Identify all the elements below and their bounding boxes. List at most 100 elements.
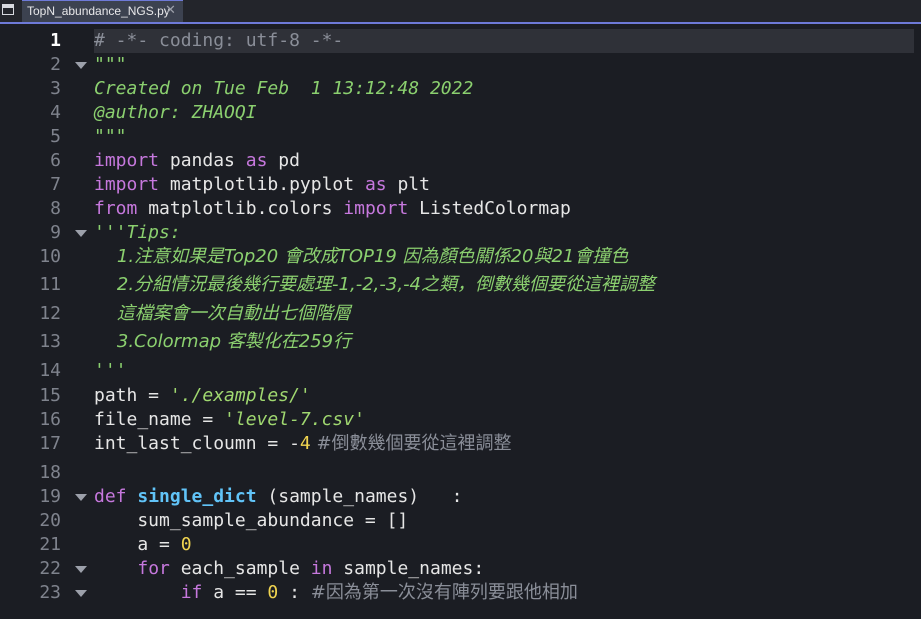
line-number: 2 (50, 54, 61, 75)
fold-toggle-icon[interactable] (75, 230, 87, 237)
code-line[interactable]: 17 int_last_cloumn = -4 #倒數幾個要從這裡調整 (0, 432, 921, 456)
line-number: 19 (39, 486, 61, 507)
code-text: path = './examples/' (94, 384, 914, 408)
code-line[interactable]: 3 Created on Tue Feb 1 13:12:48 2022 (0, 77, 921, 101)
tab-file[interactable]: TopN_abundance_NGS.py ✕ (22, 0, 183, 22)
code-token: in (310, 558, 333, 579)
code-line[interactable]: 15 path = './examples/' (0, 384, 921, 408)
code-text: from matplotlib.colors import ListedColo… (94, 197, 914, 221)
line-number: 18 (39, 462, 61, 483)
code-token: : (278, 582, 311, 603)
code-text: @author: ZHAOQI (94, 101, 914, 125)
code-line[interactable]: 9 '''Tips: (0, 221, 921, 245)
code-token: Created on Tue Feb 1 13:12:48 2022 (94, 78, 474, 99)
tab-bar: TopN_abundance_NGS.py ✕ (0, 0, 921, 24)
code-token: pandas (159, 150, 246, 171)
line-number: 4 (50, 102, 61, 123)
code-token: 4 (299, 433, 311, 454)
code-text: for each_sample in sample_names: (94, 557, 914, 581)
code-token: '''Tips: (94, 222, 181, 243)
code-text: 這檔案會一次自動出七個階層 (94, 302, 914, 326)
close-icon[interactable]: ✕ (165, 3, 176, 18)
code-token: as (245, 150, 268, 171)
code-text: file_name = 'level-7.csv' (94, 408, 914, 432)
window-icon[interactable] (2, 4, 14, 15)
tab-label: TopN_abundance_NGS.py (27, 4, 170, 18)
line-number: 7 (50, 174, 61, 195)
code-line[interactable]: 10 1.注意如果是Top20 會改成TOP19 因為顏色關係20與21會撞色 (0, 245, 921, 269)
line-number: 5 (50, 126, 61, 147)
line-number: 14 (39, 360, 61, 381)
line-number: 11 (39, 274, 61, 295)
code-line[interactable]: 20 sum_sample_abundance = [] (0, 509, 921, 533)
code-text: int_last_cloumn = -4 #倒數幾個要從這裡調整 (94, 432, 914, 456)
line-number: 10 (39, 246, 61, 267)
code-token: sum_sample_abundance = [] (94, 510, 409, 531)
code-text: if a == 0 : #因為第一次沒有陣列要跟他相加 (94, 581, 914, 605)
code-token: #倒數幾個要從這裡調整 (310, 433, 512, 454)
code-token: #因為第一次沒有陣列要跟他相加 (310, 582, 578, 603)
code-line[interactable]: 4 @author: ZHAOQI (0, 101, 921, 125)
code-line[interactable]: 13 3.Colormap 客製化在259行 (0, 330, 921, 354)
code-token: 1.注意如果是Top20 會改成TOP19 因為顏色關係20與21會撞色 (94, 246, 629, 267)
code-token: import (94, 174, 160, 195)
code-text: Created on Tue Feb 1 13:12:48 2022 (94, 77, 914, 101)
code-token: a == (202, 582, 268, 603)
code-text: import pandas as pd (94, 149, 914, 173)
line-number: 6 (50, 150, 61, 171)
line-number: 12 (39, 303, 61, 324)
code-token: file_name = (94, 409, 225, 430)
code-line[interactable]: 21 a = 0 (0, 533, 921, 557)
code-token: 'level-7.csv' (224, 409, 365, 430)
fold-toggle-icon[interactable] (75, 62, 87, 69)
code-token: 3.Colormap 客製化在259行 (94, 331, 352, 352)
fold-toggle-icon[interactable] (75, 494, 87, 501)
code-line[interactable]: 23 if a == 0 : #因為第一次沒有陣列要跟他相加 (0, 581, 921, 605)
code-line[interactable]: 18 (0, 461, 921, 485)
code-token: @author: ZHAOQI (94, 102, 257, 123)
code-text: sum_sample_abundance = [] (94, 509, 914, 533)
code-line[interactable]: 12 這檔案會一次自動出七個階層 (0, 302, 921, 326)
line-number: 1 (50, 30, 61, 51)
code-editor[interactable]: 1 # -*- coding: utf-8 -*- 2 """ 3 Created on … (0, 24, 921, 619)
code-text: 1.注意如果是Top20 會改成TOP19 因為顏色關係20與21會撞色 (94, 245, 914, 269)
code-line[interactable]: 11 2.分組情況最後幾行要處理-1,-2,-3,-4之類，倒數幾個要從這裡調整 (0, 273, 921, 297)
code-token: def (94, 486, 127, 507)
code-token: (sample_names) : (256, 486, 463, 507)
line-number: 16 (39, 409, 61, 430)
code-token: if (180, 582, 203, 603)
line-number: 3 (50, 78, 61, 99)
fold-toggle-icon[interactable] (75, 566, 87, 573)
line-number: 21 (39, 534, 61, 555)
code-token: single_dict (137, 486, 257, 507)
code-line[interactable]: 1 # -*- coding: utf-8 -*- (0, 29, 921, 53)
code-token: ''' (94, 360, 127, 381)
code-line[interactable]: 14 ''' (0, 359, 921, 383)
fold-toggle-icon[interactable] (75, 590, 87, 597)
line-number: 17 (39, 433, 61, 454)
code-line[interactable]: 8 from matplotlib.colors import ListedCol… (0, 197, 921, 221)
code-line[interactable]: 7 import matplotlib.pyplot as plt (0, 173, 921, 197)
code-token: """ (94, 54, 127, 75)
code-line[interactable]: 5 """ (0, 125, 921, 149)
code-line[interactable]: 16 file_name = 'level-7.csv' (0, 408, 921, 432)
code-text: def single_dict (sample_names) : (94, 485, 914, 509)
code-token: matplotlib.colors (137, 198, 344, 219)
line-number: 23 (39, 582, 61, 603)
code-line[interactable]: 19 def single_dict (sample_names) : (0, 485, 921, 509)
code-token: import (94, 150, 160, 171)
code-token: 0 (180, 534, 192, 555)
line-number: 8 (50, 198, 61, 219)
code-token: plt (386, 174, 430, 195)
code-line[interactable]: 6 import pandas as pd (0, 149, 921, 173)
code-token: each_sample (169, 558, 311, 579)
code-line[interactable]: 2 """ (0, 53, 921, 77)
code-line[interactable]: 22 for each_sample in sample_names: (0, 557, 921, 581)
code-token: 2.分組情況最後幾行要處理-1,-2,-3,-4之類，倒數幾個要從這裡調整 (94, 274, 656, 295)
code-text: # -*- coding: utf-8 -*- (94, 29, 914, 53)
line-number: 9 (50, 222, 61, 243)
code-token: a = (94, 534, 181, 555)
